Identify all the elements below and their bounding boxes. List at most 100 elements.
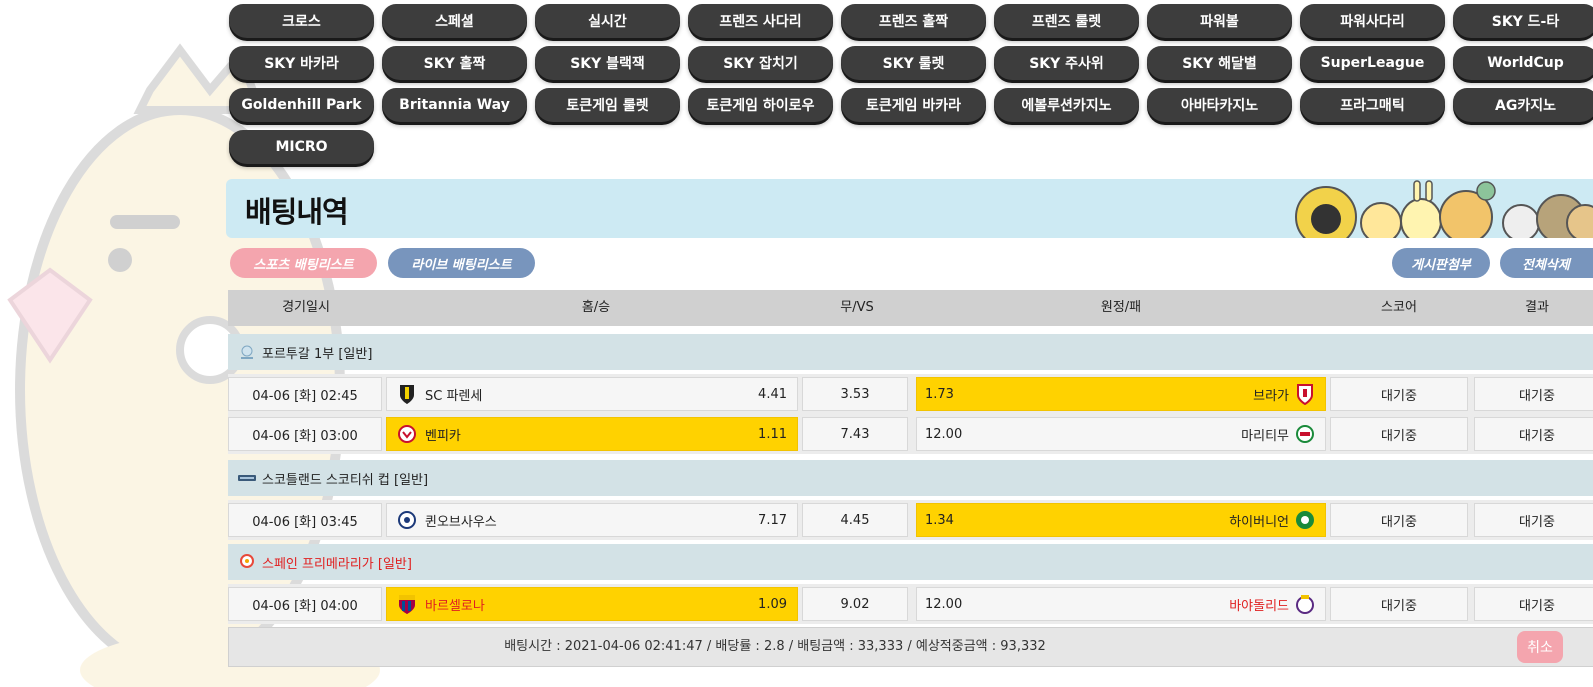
away-team-cell[interactable]: 1.34 하이버니언: [916, 503, 1326, 537]
game-button[interactable]: 토큰게임 바카라: [841, 88, 986, 122]
game-button[interactable]: SKY 잡치기: [688, 46, 833, 80]
tab-sports-bet-list[interactable]: 스포츠 배팅리스트: [230, 248, 377, 278]
bet-summary: 배팅시간 : 2021-04-06 02:41:47 / 배당률 : 2.8 /…: [228, 627, 1593, 667]
portugal-league-icon: [241, 345, 253, 359]
game-button[interactable]: SKY 블랙잭: [535, 46, 680, 80]
away-odds: 1.73: [925, 386, 954, 402]
league-row: 포르투갈 1부 [일반]: [228, 334, 1593, 370]
match-date: 04-06 [화] 02:45: [228, 377, 382, 411]
game-button[interactable]: Goldenhill Park: [229, 88, 374, 122]
home-odds: 4.41: [758, 386, 787, 402]
game-button[interactable]: SuperLeague: [1300, 46, 1445, 80]
main-content: 크로스 스페셜 실시간 프렌즈 사다리 프렌즈 홀짝 프렌즈 룰렛 파워볼 파워사다리 SKY …: [226, 0, 1593, 687]
game-button[interactable]: 파워사다리: [1300, 4, 1445, 38]
game-button[interactable]: 토큰게임 룰렛: [535, 88, 680, 122]
attach-to-board-button[interactable]: 게시판첨부: [1392, 248, 1490, 278]
cancel-bet-button[interactable]: 취소: [1517, 631, 1563, 663]
game-button[interactable]: WorldCup: [1453, 46, 1593, 80]
away-team-cell[interactable]: 12.00 마리티무: [916, 417, 1326, 451]
game-button[interactable]: AG카지노: [1453, 88, 1593, 122]
game-button[interactable]: 프렌즈 홀짝: [841, 4, 986, 38]
away-team-cell[interactable]: 12.00 바야돌리드: [916, 587, 1326, 621]
home-team-cell[interactable]: SC 파렌세 4.41: [386, 377, 798, 411]
barcelona-crest-icon: [399, 595, 415, 614]
score-cell: 대기중: [1330, 587, 1468, 621]
scotland-cup-icon: [238, 475, 256, 481]
home-team-name: 바르셀로나: [425, 598, 485, 614]
game-button[interactable]: 스페셜: [382, 4, 527, 38]
queen-of-the-south-crest-icon: [398, 511, 416, 529]
draw-odds-cell[interactable]: 7.43: [802, 417, 908, 451]
home-odds: 7.17: [758, 512, 787, 528]
game-button[interactable]: SKY 주사위: [994, 46, 1139, 80]
table-row: 04-06 [화] 03:45 퀸오브사우스 7.17 4.45 1.34 하이…: [228, 500, 1593, 540]
header-home: 홈/승: [581, 300, 611, 315]
match-date: 04-06 [화] 03:00: [228, 417, 382, 451]
home-team-cell[interactable]: 바르셀로나 1.09: [386, 587, 798, 621]
draw-odds-cell[interactable]: 4.45: [802, 503, 908, 537]
result-cell: 대기중: [1474, 417, 1593, 451]
home-team-name: 퀸오브사우스: [425, 514, 497, 530]
benfica-crest-icon: [398, 425, 416, 443]
game-button[interactable]: SKY 바카라: [229, 46, 374, 80]
game-button[interactable]: MICRO: [229, 130, 374, 164]
away-team-name: 브라가: [1253, 388, 1289, 404]
away-odds: 12.00: [925, 426, 963, 442]
page-title-banner: 배팅내역: [226, 179, 1593, 238]
league-name: 스코틀랜드 스코티쉬 컵 [일반]: [262, 472, 429, 488]
home-odds: 1.09: [758, 596, 787, 612]
home-team-name: 벤피카: [425, 428, 461, 444]
table-header: 경기일시 홈/승 무/VS 원정/패 스코어 결과: [228, 290, 1593, 326]
header-away: 원정/패: [1100, 300, 1142, 315]
valladolid-crest-icon: [1296, 595, 1314, 614]
braga-crest-icon: [1297, 384, 1313, 405]
characters-illustration: [1295, 180, 1593, 238]
delete-all-button[interactable]: 전체삭제: [1500, 248, 1593, 278]
draw-odds-cell[interactable]: 3.53: [802, 377, 908, 411]
home-team-cell[interactable]: 퀸오브사우스 7.17: [386, 503, 798, 537]
result-cell: 대기중: [1474, 587, 1593, 621]
tab-live-bet-list[interactable]: 라이브 배팅리스트: [388, 248, 535, 278]
game-button[interactable]: Britannia Way: [382, 88, 527, 122]
page-title: 배팅내역: [245, 195, 349, 229]
game-button[interactable]: 파워볼: [1147, 4, 1292, 38]
draw-odds-cell[interactable]: 9.02: [802, 587, 908, 621]
game-button[interactable]: SKY 홀짝: [382, 46, 527, 80]
header-date: 경기일시: [282, 300, 330, 315]
match-date: 04-06 [화] 04:00: [228, 587, 382, 621]
home-team-name: SC 파렌세: [425, 388, 483, 404]
result-cell: 대기중: [1474, 377, 1593, 411]
league-row: 스페인 프리메라리가 [일반]: [228, 544, 1593, 580]
score-cell: 대기중: [1330, 417, 1468, 451]
header-result: 결과: [1525, 300, 1549, 315]
table-row: 04-06 [화] 04:00 바르셀로나 1.09 9.02 12.00 바야…: [228, 584, 1593, 624]
score-cell: 대기중: [1330, 377, 1468, 411]
game-button[interactable]: 아바타카지노: [1147, 88, 1292, 122]
league-name: 스페인 프리메라리가 [일반]: [262, 556, 412, 572]
away-odds: 1.34: [925, 512, 954, 528]
game-button[interactable]: SKY 드-타: [1453, 4, 1593, 38]
table-row: 04-06 [화] 03:00 벤피카 1.11 7.43 12.00 마리티무…: [228, 414, 1593, 454]
table-row: 04-06 [화] 02:45 SC 파렌세 4.41 3.53 1.73 브라…: [228, 374, 1593, 414]
away-team-cell[interactable]: 1.73 브라가: [916, 377, 1326, 411]
game-button[interactable]: 프라그매틱: [1300, 88, 1445, 122]
game-button[interactable]: 크로스: [229, 4, 374, 38]
result-cell: 대기중: [1474, 503, 1593, 537]
game-button[interactable]: 에볼루션카지노: [994, 88, 1139, 122]
hibernian-crest-icon: [1296, 511, 1314, 529]
maritimo-crest-icon: [1296, 425, 1314, 443]
game-button[interactable]: SKY 해달별: [1147, 46, 1292, 80]
game-button[interactable]: 프렌즈 사다리: [688, 4, 833, 38]
header-draw: 무/VS: [840, 300, 874, 315]
away-team-name: 하이버니언: [1229, 514, 1289, 530]
game-button[interactable]: SKY 룰렛: [841, 46, 986, 80]
match-date: 04-06 [화] 03:45: [228, 503, 382, 537]
away-team-name: 바야돌리드: [1229, 598, 1289, 614]
league-name: 포르투갈 1부 [일반]: [262, 346, 373, 362]
away-odds: 12.00: [925, 596, 963, 612]
home-team-cell[interactable]: 벤피카 1.11: [386, 417, 798, 451]
game-button[interactable]: 프렌즈 룰렛: [994, 4, 1139, 38]
game-button[interactable]: 실시간: [535, 4, 680, 38]
home-odds: 1.11: [758, 426, 787, 442]
game-button[interactable]: 토큰게임 하이로우: [688, 88, 833, 122]
